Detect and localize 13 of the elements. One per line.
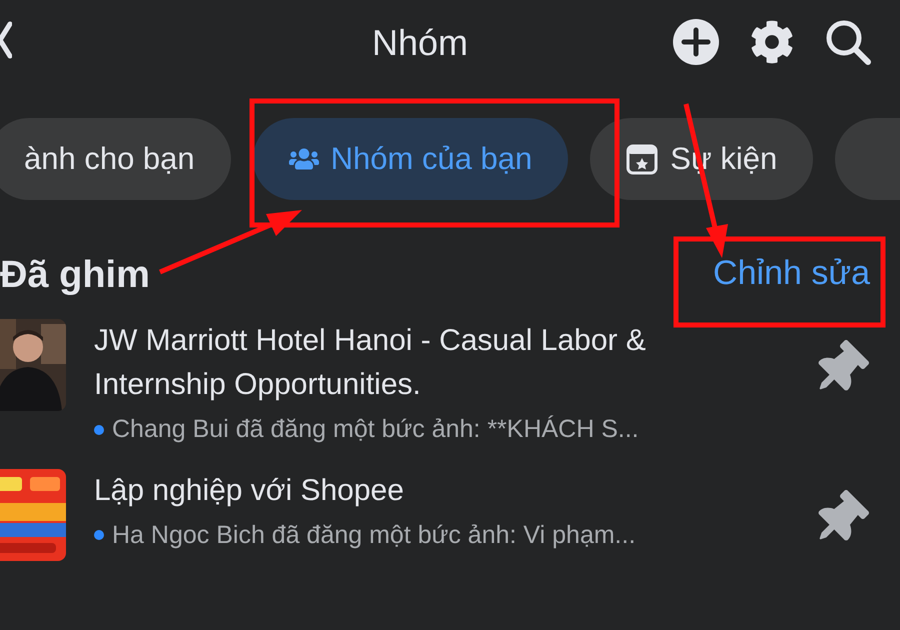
back-icon[interactable] xyxy=(0,20,12,60)
edit-link[interactable]: Chỉnh sửa xyxy=(713,248,870,299)
group-activity: Chang Bui đã đăng một bức ảnh: **KHÁCH S... xyxy=(112,414,639,445)
group-name[interactable]: JW Marriott Hotel Hanoi - Casual Labor & Internship Opportunities. xyxy=(94,319,784,407)
add-icon[interactable] xyxy=(672,18,720,66)
group-activity: Ha Ngoc Bich đã đăng một bức ảnh: Vi phạm... xyxy=(112,520,636,550)
search-icon[interactable] xyxy=(824,18,872,66)
page-title: Nhóm xyxy=(370,21,470,65)
filter-tab[interactable]: ành cho bạn xyxy=(0,118,231,200)
filter-tab[interactable]: Nhóm của bạn xyxy=(252,118,568,200)
settings-icon[interactable] xyxy=(750,20,794,64)
section-heading: Đã ghim xyxy=(0,252,150,298)
group-name[interactable]: Lập nghiệp với Shopee xyxy=(94,468,784,512)
